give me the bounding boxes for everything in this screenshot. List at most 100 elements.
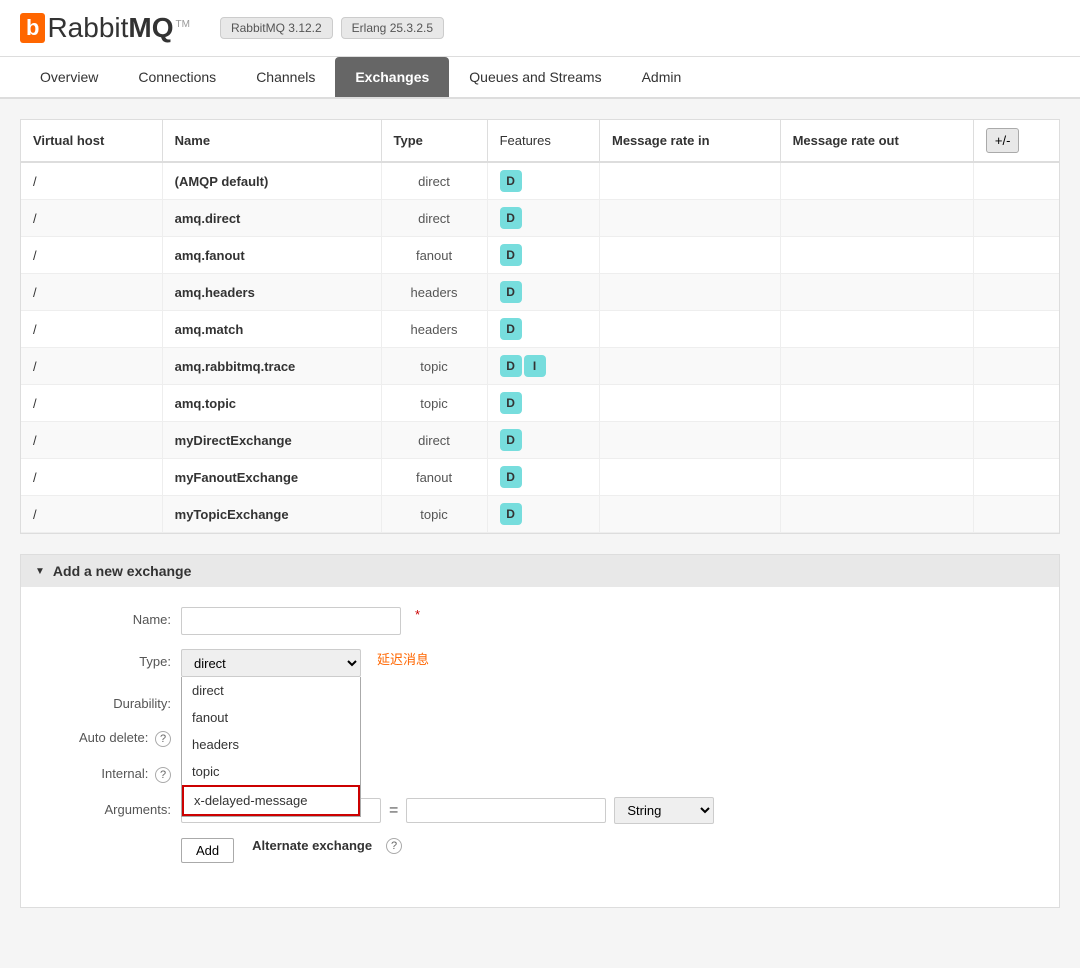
nav-overview[interactable]: Overview <box>20 57 118 97</box>
logo: b RabbitMQTM <box>20 12 190 44</box>
cell-action <box>973 422 1059 459</box>
cell-rate-in <box>600 422 781 459</box>
logo-rabbit: Rabbit <box>47 12 128 43</box>
add-button[interactable]: Add <box>181 838 234 863</box>
dropdown-option-fanout[interactable]: fanout <box>182 704 360 731</box>
cell-features: D <box>487 200 599 237</box>
feature-badge: I <box>524 355 546 377</box>
cell-name[interactable]: myDirectExchange <box>162 422 381 459</box>
nav-channels[interactable]: Channels <box>236 57 335 97</box>
col-features: Features <box>487 120 599 162</box>
add-exchange-section: ▼ Add a new exchange Name: * Type: direc… <box>20 554 1060 908</box>
cell-type: topic <box>381 496 487 533</box>
nav-connections[interactable]: Connections <box>118 57 236 97</box>
cell-rate-out <box>780 162 973 200</box>
cell-rate-in <box>600 162 781 200</box>
type-select[interactable]: direct fanout headers topic x-delayed-me… <box>181 649 361 677</box>
cell-rate-in <box>600 237 781 274</box>
table-row: /myTopicExchangetopicD <box>21 496 1059 533</box>
cell-name[interactable]: amq.direct <box>162 200 381 237</box>
cell-action <box>973 311 1059 348</box>
cell-action <box>973 162 1059 200</box>
cell-rate-in <box>600 311 781 348</box>
col-type: Type <box>381 120 487 162</box>
cell-vhost: / <box>21 274 162 311</box>
feature-badge: D <box>500 244 522 266</box>
args-equals: = <box>389 802 398 820</box>
cell-type: topic <box>381 385 487 422</box>
cell-rate-in <box>600 200 781 237</box>
cell-vhost: / <box>21 237 162 274</box>
add-exchange-body: Name: * Type: direct fanout headers topi… <box>21 587 1059 907</box>
table-row: /(AMQP default)directD <box>21 162 1059 200</box>
col-rate-out: Message rate out <box>780 120 973 162</box>
cell-rate-in <box>600 459 781 496</box>
name-row: Name: * <box>61 607 1019 635</box>
cell-name[interactable]: myFanoutExchange <box>162 459 381 496</box>
cell-rate-out <box>780 274 973 311</box>
table-row: /myDirectExchangedirectD <box>21 422 1059 459</box>
cell-name[interactable]: (AMQP default) <box>162 162 381 200</box>
required-star: * <box>415 607 420 622</box>
col-vhost: Virtual host <box>21 120 162 162</box>
cell-features: D <box>487 237 599 274</box>
cell-rate-out <box>780 237 973 274</box>
dropdown-option-direct[interactable]: direct <box>182 677 360 704</box>
dropdown-option-topic[interactable]: topic <box>182 758 360 785</box>
app-header: b RabbitMQTM RabbitMQ 3.12.2 Erlang 25.3… <box>0 0 1080 57</box>
exchanges-table: Virtual host Name Type Features Message … <box>21 120 1059 533</box>
name-input[interactable] <box>181 607 401 635</box>
cell-type: fanout <box>381 459 487 496</box>
cell-name[interactable]: amq.headers <box>162 274 381 311</box>
feature-badge: D <box>500 392 522 414</box>
col-name: Name <box>162 120 381 162</box>
cell-type: topic <box>381 348 487 385</box>
dropdown-option-headers[interactable]: headers <box>182 731 360 758</box>
cell-type: headers <box>381 311 487 348</box>
cell-features: D <box>487 422 599 459</box>
cell-vhost: / <box>21 459 162 496</box>
cell-name[interactable]: amq.rabbitmq.trace <box>162 348 381 385</box>
cell-vhost: / <box>21 200 162 237</box>
cell-features: D <box>487 162 599 200</box>
dropdown-option-x-delayed[interactable]: x-delayed-message <box>182 785 360 816</box>
durability-label: Durability: <box>61 691 171 711</box>
nav-admin[interactable]: Admin <box>622 57 702 97</box>
args-value-input[interactable] <box>406 798 606 823</box>
alt-exchange-help[interactable]: ? <box>386 838 402 854</box>
args-type-select[interactable]: String Integer Boolean <box>614 797 714 824</box>
cell-vhost: / <box>21 422 162 459</box>
cell-rate-in <box>600 274 781 311</box>
cell-rate-in <box>600 348 781 385</box>
feature-badge: D <box>500 318 522 340</box>
table-row: /amq.topictopicD <box>21 385 1059 422</box>
plus-minus-button[interactable]: +/- <box>986 128 1020 153</box>
cell-features: D <box>487 385 599 422</box>
auto-delete-help[interactable]: ? <box>155 731 171 747</box>
col-plus-minus[interactable]: +/- <box>973 120 1059 162</box>
feature-badge: D <box>500 170 522 192</box>
cell-name[interactable]: myTopicExchange <box>162 496 381 533</box>
cell-action <box>973 459 1059 496</box>
auto-delete-label: Auto delete: ? <box>61 725 171 747</box>
cell-action <box>973 496 1059 533</box>
main-content: Virtual host Name Type Features Message … <box>0 99 1080 928</box>
internal-help[interactable]: ? <box>155 767 171 783</box>
cell-features: D <box>487 496 599 533</box>
nav-exchanges[interactable]: Exchanges <box>335 57 449 97</box>
logo-tm: TM <box>176 19 190 30</box>
add-exchange-header[interactable]: ▼ Add a new exchange <box>21 555 1059 587</box>
cell-name[interactable]: amq.match <box>162 311 381 348</box>
cell-vhost: / <box>21 496 162 533</box>
table-row: /amq.rabbitmq.tracetopicDI <box>21 348 1059 385</box>
cell-name[interactable]: amq.fanout <box>162 237 381 274</box>
cell-features: D <box>487 459 599 496</box>
cell-features: D <box>487 311 599 348</box>
cell-rate-out <box>780 385 973 422</box>
cell-features: D <box>487 274 599 311</box>
cell-name[interactable]: amq.topic <box>162 385 381 422</box>
cell-rate-in <box>600 385 781 422</box>
cell-features: DI <box>487 348 599 385</box>
cell-vhost: / <box>21 311 162 348</box>
nav-queues[interactable]: Queues and Streams <box>449 57 621 97</box>
